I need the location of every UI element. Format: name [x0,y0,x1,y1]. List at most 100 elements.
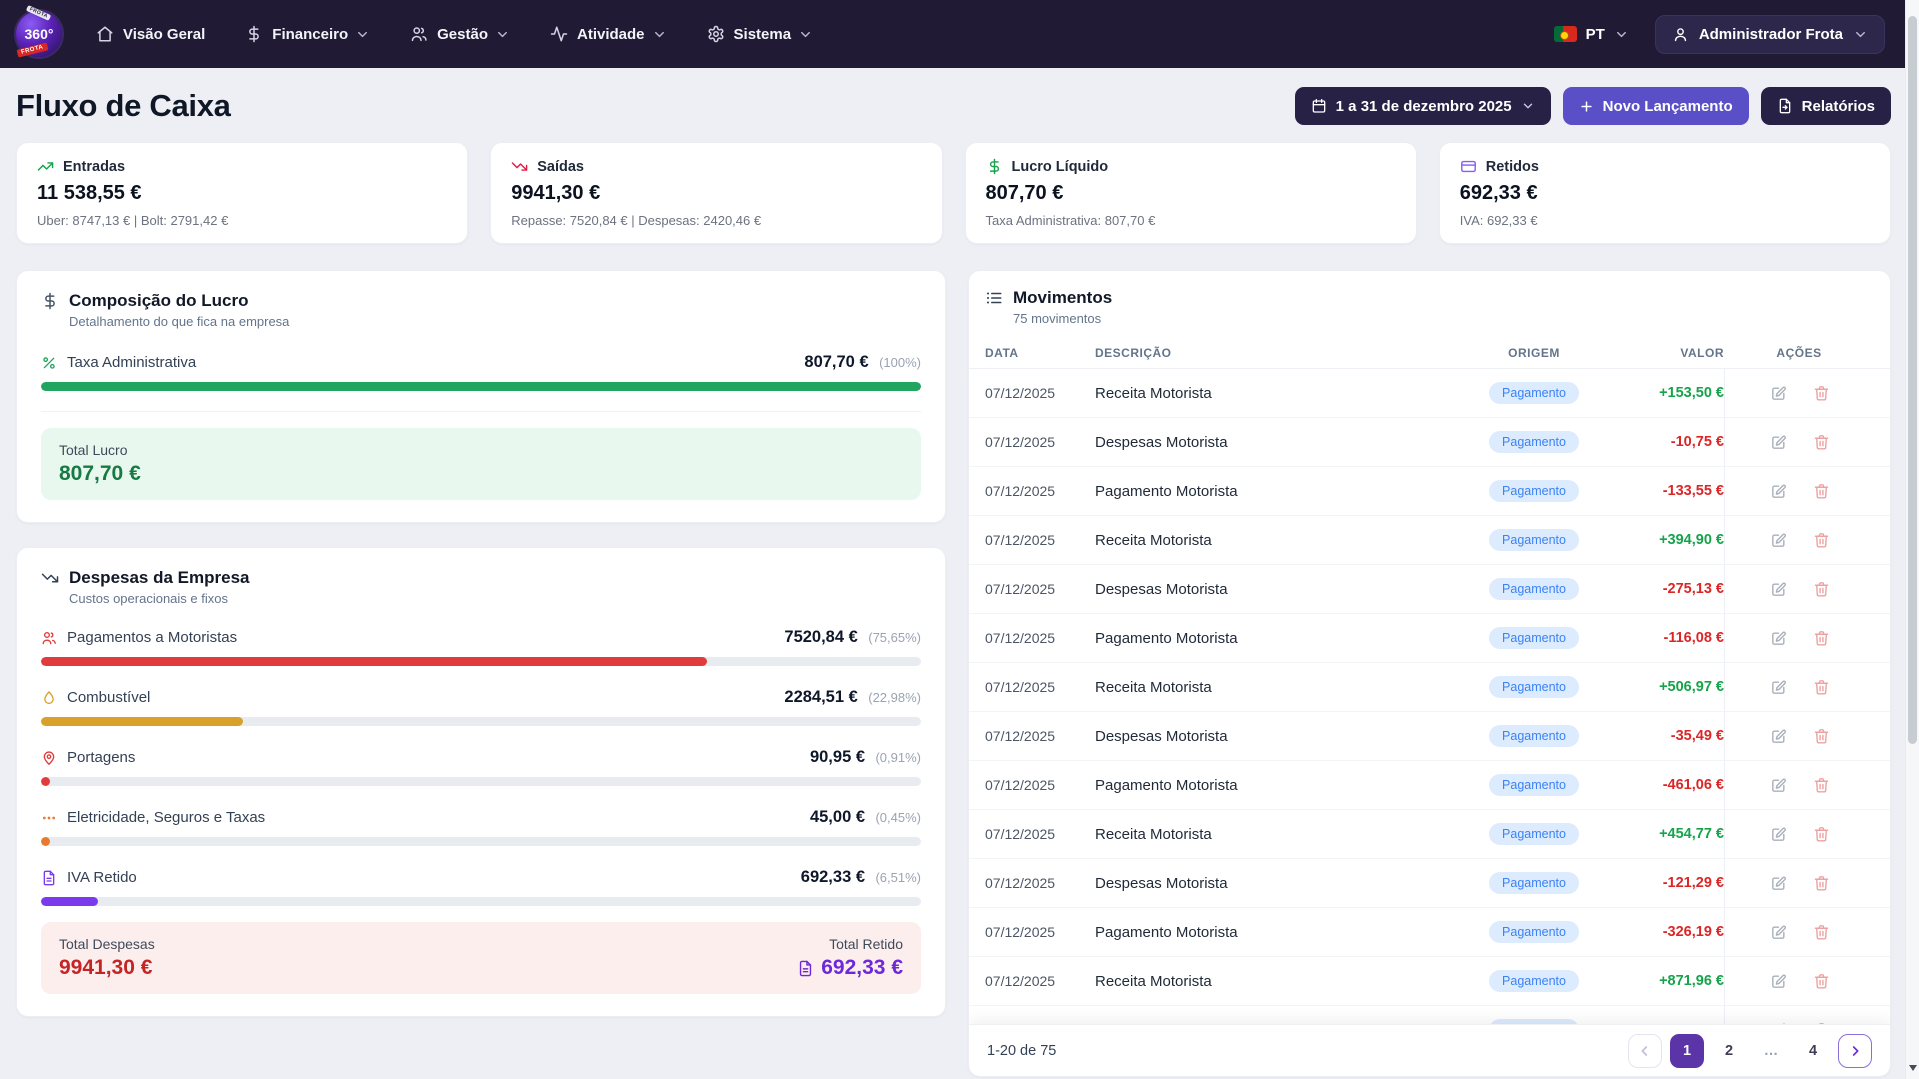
edit-button[interactable] [1770,385,1787,402]
movement-description: Despesas Motorista [1095,728,1459,745]
movement-description: Despesas Motorista [1095,434,1459,451]
expense-row-percent: (0,45%) [875,810,921,825]
page-button[interactable]: 2 [1712,1034,1746,1068]
edit-button[interactable] [1770,434,1787,451]
total-expenses-value: 9941,30 € [59,956,155,980]
reports-label: Relatórios [1802,98,1875,115]
origin-badge: Pagamento [1489,921,1579,943]
nav-menu-label: Visão Geral [123,26,205,43]
profit-composition-panel: Composição do Lucro Detalhamento do que … [16,270,946,523]
user-menu-label: Administrador Frota [1699,26,1843,43]
delete-button[interactable] [1813,630,1830,647]
edit-button[interactable] [1770,973,1787,990]
edit-button[interactable] [1770,532,1787,549]
nav-menu-item[interactable]: Financeiro [245,25,370,43]
movement-value: +871,96 € [1609,973,1724,989]
movement-row: 07/12/2025 Receita Motorista Pagamento +… [969,516,1890,565]
credit-card-icon [1460,158,1477,175]
edit-icon [1770,777,1787,794]
movements-title: Movimentos [1013,288,1112,308]
page-button[interactable]: 4 [1796,1034,1830,1068]
expense-row-percent: (22,98%) [868,690,921,705]
delete-button[interactable] [1813,777,1830,794]
expenses-panel-title: Despesas da Empresa [69,568,250,588]
edit-button[interactable] [1770,728,1787,745]
edit-button[interactable] [1770,630,1787,647]
origin-badge: Pagamento [1489,676,1579,698]
summary-card-value: 692,33 € [1460,182,1870,205]
page-button[interactable]: 1 [1670,1034,1704,1068]
edit-button[interactable] [1770,581,1787,598]
reports-button[interactable]: Relatórios [1761,87,1891,125]
delete-button[interactable] [1813,532,1830,549]
nav-menu-item[interactable]: Atividade [550,25,667,43]
nav-menu-item[interactable]: Visão Geral [96,25,205,43]
movement-row: 07/12/2025 Receita Motorista Pagamento +… [969,369,1890,418]
movement-description: Pagamento Motorista [1095,924,1459,941]
movement-description: Despesas Motorista [1095,875,1459,892]
delete-button[interactable] [1813,973,1830,990]
next-page-button[interactable] [1838,1034,1872,1068]
logo-360[interactable]: FROTA 360° FROTA [16,11,62,57]
movement-row: 07/12/2025 Despesas Motorista Pagamento … [969,859,1890,908]
list-icon [985,289,1003,307]
expense-row: IVA Retido 692,33 € (6,51%) [41,868,921,906]
movement-value: +394,90 € [1609,532,1724,548]
expense-row: Combustível 2284,51 € (22,98%) [41,688,921,726]
user-menu-button[interactable]: Administrador Frota [1655,15,1885,54]
delete-button[interactable] [1813,875,1830,892]
summary-card-label: Lucro Líquido [1012,159,1109,175]
origin-badge: Pagamento [1489,529,1579,551]
new-entry-button[interactable]: Novo Lançamento [1563,87,1749,125]
movement-row: 07/12/2025 Receita Motorista Pagamento +… [969,663,1890,712]
delete-button[interactable] [1813,679,1830,696]
delete-button[interactable] [1813,434,1830,451]
delete-button[interactable] [1813,581,1830,598]
nav-menu-label: Atividade [577,26,645,43]
language-selector[interactable]: PT [1554,26,1629,43]
portugal-flag-icon [1554,26,1577,42]
expense-row-percent: (0,91%) [875,750,921,765]
profit-row: Taxa Administrativa 807,70 € (100%) [41,353,921,391]
edit-button[interactable] [1770,875,1787,892]
summary-card-subtext: Uber: 8747,13 € | Bolt: 2791,42 € [37,213,447,228]
date-range-button[interactable]: 1 a 31 de dezembro 2025 [1295,87,1551,125]
total-expenses: Total Despesas 9941,30 € [59,936,155,980]
trending-down-icon [41,569,59,587]
total-retained-label: Total Retido [797,936,903,952]
profit-row-percent: (100%) [879,355,921,370]
edit-button[interactable] [1770,777,1787,794]
edit-icon [1770,483,1787,500]
edit-icon [1770,434,1787,451]
origin-badge: Pagamento [1489,627,1579,649]
movement-row: 07/12/2025 Pagamento Motorista Pagamento… [969,761,1890,810]
column-acoes: AÇÕES [1724,346,1874,360]
nav-menu-item[interactable]: Sistema [707,25,814,43]
trash-icon [1813,483,1830,500]
edit-button[interactable] [1770,924,1787,941]
delete-button[interactable] [1813,385,1830,402]
scroll-down-arrow-icon[interactable] [1909,1065,1917,1071]
delete-button[interactable] [1813,483,1830,500]
trash-icon [1813,973,1830,990]
delete-button[interactable] [1813,924,1830,941]
previous-page-button[interactable] [1628,1034,1662,1068]
delete-button[interactable] [1813,826,1830,843]
profit-panel-subtitle: Detalhamento do que fica na empresa [69,314,921,329]
edit-button[interactable] [1770,826,1787,843]
nav-menu-item[interactable]: Gestão [410,25,510,43]
origin-badge: Pagamento [1489,480,1579,502]
summary-card: Saídas 9941,30 € Repasse: 7520,84 € | De… [490,142,942,244]
page-scrollbar[interactable] [1905,0,1919,1079]
edit-button[interactable] [1770,679,1787,696]
delete-button[interactable] [1813,728,1830,745]
summary-cards: Entradas 11 538,55 € Uber: 8747,13 € | B… [16,142,1891,244]
edit-button[interactable] [1770,483,1787,500]
movement-value: +506,97 € [1609,679,1724,695]
movement-date: 07/12/2025 [985,483,1095,499]
movement-description: Receita Motorista [1095,973,1459,990]
scrollbar-thumb[interactable] [1908,16,1917,744]
trash-icon [1813,875,1830,892]
movement-value: -10,75 € [1609,434,1724,450]
expense-row-value: 45,00 € [810,808,865,826]
